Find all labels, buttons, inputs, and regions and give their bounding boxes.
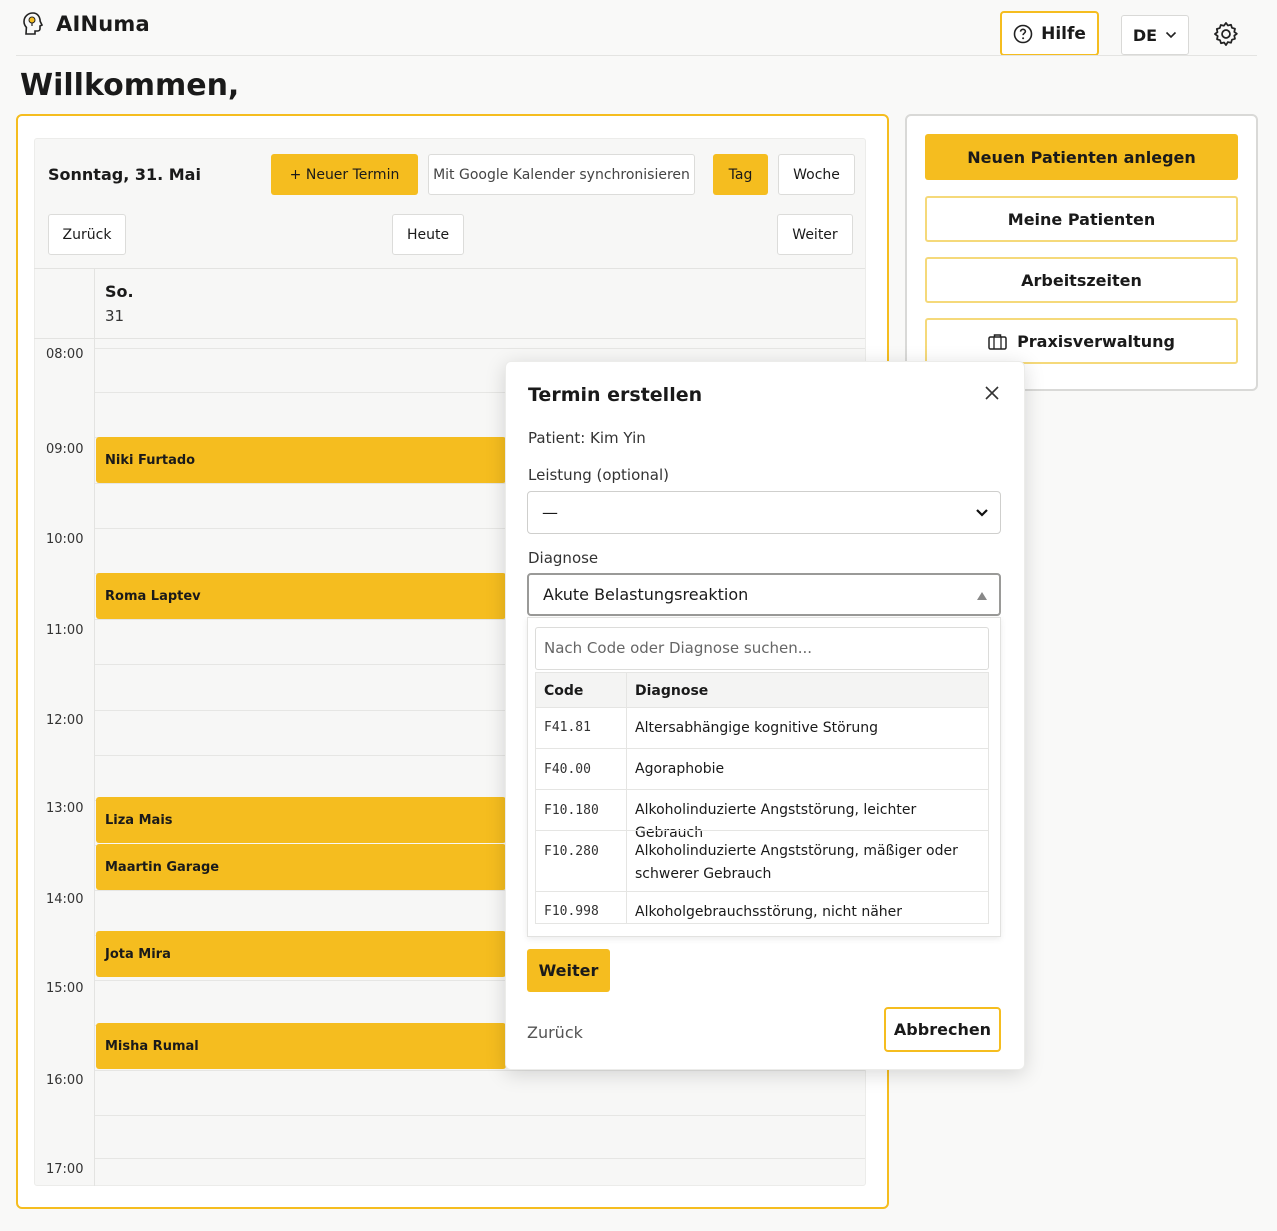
app-logo[interactable]: AINuma [20, 10, 150, 38]
row-code: F41.81 [544, 720, 591, 735]
new-patient-button[interactable]: Neuen Patienten anlegen [925, 134, 1238, 180]
time-label: 16:00 [46, 1073, 84, 1088]
modal-next-button[interactable]: Weiter [527, 949, 610, 992]
practice-management-label: Praxisverwaltung [1017, 331, 1175, 351]
time-label: 13:00 [46, 801, 84, 816]
column-header-diagnosis[interactable]: Diagnose [627, 673, 988, 708]
row-diagnosis: Altersabhängige kognitive Störung [635, 720, 879, 736]
row-code: F10.180 [544, 803, 599, 818]
table-row[interactable]: F10.998 Alkoholgebrauchsstörung, nicht n… [536, 891, 988, 923]
diagnosis-search-input[interactable]: Nach Code oder Diagnose suchen... [535, 627, 989, 670]
service-value: — [542, 503, 558, 522]
diagnosis-select[interactable]: Akute Belastungsreaktion [527, 573, 1001, 616]
time-label: 09:00 [46, 442, 84, 457]
time-label: 11:00 [46, 623, 84, 638]
help-label: Hilfe [1041, 23, 1086, 44]
page-title: Willkommen, [20, 68, 240, 103]
modal-cancel-button[interactable]: Abbrechen [884, 1007, 1001, 1052]
briefcase-icon [988, 333, 1007, 350]
time-label: 14:00 [46, 892, 84, 907]
service-label: Leistung (optional) [528, 466, 669, 484]
work-hours-label: Arbeitszeiten [1021, 270, 1142, 290]
language-select[interactable]: DE [1121, 15, 1189, 55]
calendar-next-button[interactable]: Weiter [777, 214, 853, 255]
my-patients-button[interactable]: Meine Patienten [925, 196, 1238, 242]
grid-line [95, 348, 865, 349]
view-week-button[interactable]: Woche [778, 154, 855, 195]
help-button[interactable]: Hilfe [1000, 11, 1099, 56]
row-code: F10.280 [544, 844, 599, 859]
calendar-event[interactable]: Misha Rumal [96, 1023, 506, 1069]
modal-back-link[interactable]: Zurück [527, 1023, 583, 1042]
calendar-event[interactable]: Liza Mais [96, 797, 506, 843]
time-label: 08:00 [46, 347, 84, 362]
calendar-today-button[interactable]: Heute [392, 214, 464, 255]
time-label: 10:00 [46, 532, 84, 547]
day-name: So. [105, 282, 134, 301]
search-placeholder: Nach Code oder Diagnose suchen... [544, 639, 813, 657]
calendar-header-divider [34, 268, 865, 269]
table-row[interactable]: F41.81 Altersabhängige kognitive Störung [536, 707, 988, 749]
new-patient-label: Neuen Patienten anlegen [967, 147, 1196, 167]
diagnosis-label: Diagnose [528, 549, 599, 567]
column-header-code[interactable]: Code [536, 673, 626, 708]
grid-line [95, 1158, 865, 1159]
time-label: 12:00 [46, 713, 84, 728]
calendar-event[interactable]: Roma Laptev [96, 573, 506, 619]
row-diagnosis: Agoraphobie [635, 761, 725, 777]
chevron-down-icon [976, 509, 988, 517]
close-icon[interactable] [983, 384, 1001, 402]
grid-line [95, 1115, 865, 1116]
row-code: F40.00 [544, 762, 591, 777]
calendar-event[interactable]: Maartin Garage [96, 844, 506, 890]
calendar-event[interactable]: Niki Furtado [96, 437, 506, 483]
table-row[interactable]: F10.180 Alkoholinduzierte Angststörung, … [536, 789, 988, 841]
head-bulb-icon [23, 12, 44, 35]
gear-icon[interactable] [1212, 20, 1240, 48]
modal-title: Termin erstellen [528, 384, 703, 406]
header-divider [16, 55, 1257, 56]
row-diagnosis: Alkoholinduzierte Angststörung, mäßiger … [635, 843, 958, 882]
view-day-button[interactable]: Tag [713, 154, 768, 195]
question-circle-icon [1013, 24, 1033, 43]
row-code: F10.998 [544, 904, 599, 919]
table-row[interactable]: F40.00 Agoraphobie [536, 748, 988, 790]
calendar-event[interactable]: Jota Mira [96, 931, 506, 977]
calendar-date-title: Sonntag, 31. Mai [48, 165, 201, 184]
new-appointment-button[interactable]: + Neuer Termin [271, 154, 418, 195]
diagnosis-table: Code Diagnose F41.81 Altersabhängige kog… [535, 672, 989, 924]
app-name: AINuma [56, 12, 150, 36]
modal-patient: Patient: Kim Yin [528, 429, 646, 447]
my-patients-label: Meine Patienten [1007, 209, 1156, 229]
calendar-back-button[interactable]: Zurück [48, 214, 126, 255]
work-hours-button[interactable]: Arbeitszeiten [925, 257, 1238, 303]
service-select[interactable]: — [527, 491, 1001, 534]
practice-management-button[interactable]: Praxisverwaltung [925, 318, 1238, 364]
language-value: DE [1132, 25, 1158, 45]
row-diagnosis: Alkoholgebrauchsstörung, nicht näher bez… [635, 904, 903, 920]
day-number: 31 [105, 307, 125, 325]
time-label: 17:00 [46, 1162, 84, 1177]
triangle-up-icon [977, 592, 987, 600]
google-sync-button[interactable]: Mit Google Kalender synchronisieren [428, 154, 695, 195]
time-label: 15:00 [46, 981, 84, 996]
grid-line [95, 1070, 865, 1071]
day-header-divider [34, 338, 865, 339]
chevron-down-icon [1166, 31, 1177, 39]
diagnosis-value: Akute Belastungsreaktion [543, 585, 749, 604]
table-row[interactable]: F10.280 Alkoholinduzierte Angststörung, … [536, 830, 988, 892]
top-bar: AINuma Hilfe DE [0, 0, 1277, 56]
